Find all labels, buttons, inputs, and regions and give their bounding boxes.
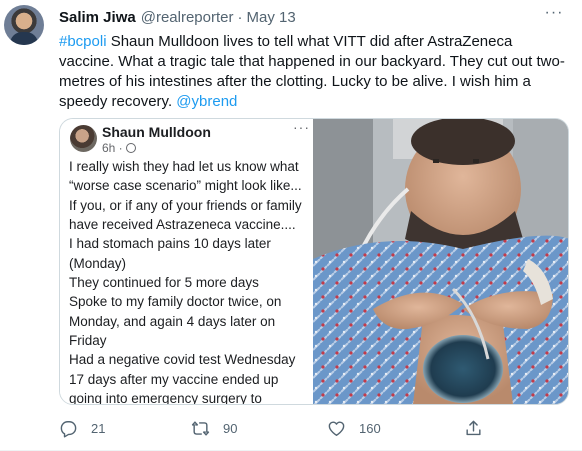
more-options-icon[interactable]: ··· bbox=[543, 5, 565, 22]
post-more-icon: ··· bbox=[293, 119, 310, 135]
share-button[interactable] bbox=[464, 416, 483, 440]
tweet-text: #bcpoli Shaun Mulldoon lives to tell wha… bbox=[59, 32, 571, 112]
tweet-date[interactable]: May 13 bbox=[246, 9, 295, 26]
post-author-avatar bbox=[70, 125, 97, 152]
post-line: “worse case scenario” might look like... bbox=[69, 178, 302, 194]
hashtag-link[interactable]: #bcpoli bbox=[59, 33, 107, 50]
patient-photo-illustration bbox=[313, 119, 568, 404]
post-line: I had stomach pains 10 days later bbox=[69, 236, 271, 252]
header-separator: · bbox=[237, 9, 243, 26]
post-timestamp: 6h · bbox=[102, 141, 136, 155]
tweet-body-text: Shaun Mulldoon lives to tell what VITT d… bbox=[59, 33, 565, 110]
reply-icon bbox=[60, 420, 77, 438]
globe-icon bbox=[125, 143, 136, 153]
share-icon bbox=[466, 420, 481, 435]
post-line: Spoke to my family doctor twice, on bbox=[69, 294, 282, 310]
author-handle[interactable]: @realreporter bbox=[141, 9, 234, 26]
post-line: If you, or if any of your friends or fam… bbox=[69, 197, 302, 213]
post-line: I really wish they had let us know what bbox=[69, 159, 299, 174]
retweet-count: 90 bbox=[223, 420, 238, 436]
post-time-text: 6h · bbox=[102, 141, 123, 155]
mention-link[interactable]: @ybrend bbox=[176, 93, 237, 110]
post-line: 17 days after my vaccine ended up bbox=[69, 371, 279, 387]
post-line: Monday, and again 4 days later on bbox=[69, 313, 276, 329]
tweet-actions: 21 90 160 bbox=[59, 416, 529, 440]
post-author-name: Shaun Mulldoon bbox=[102, 124, 211, 140]
post-line: Had a negative covid test Wednesday bbox=[69, 352, 296, 368]
post-line: going into emergency surgery to bbox=[69, 391, 262, 405]
retweet-button[interactable]: 90 bbox=[191, 416, 237, 440]
author-name[interactable]: Salim Jiwa bbox=[59, 9, 136, 26]
like-count: 160 bbox=[359, 420, 381, 436]
attached-image[interactable]: Shaun Mulldoon 6h · ··· I really wish th… bbox=[59, 118, 569, 405]
tweet[interactable]: Salim Jiwa @realreporter · May 13 ··· #b… bbox=[0, 0, 582, 451]
like-button[interactable]: 160 bbox=[327, 416, 381, 440]
retweet-icon bbox=[191, 420, 210, 436]
post-line: Friday bbox=[69, 333, 107, 349]
post-line: (Monday) bbox=[69, 255, 127, 271]
like-icon bbox=[328, 420, 345, 436]
post-line: They continued for 5 more days bbox=[69, 275, 259, 291]
post-body: I really wish they had let us know what … bbox=[69, 157, 309, 405]
hospital-patient-photo bbox=[313, 119, 568, 404]
reply-count: 21 bbox=[91, 420, 106, 436]
facebook-post-screenshot: Shaun Mulldoon 6h · ··· I really wish th… bbox=[60, 119, 313, 404]
reply-button[interactable]: 21 bbox=[59, 416, 105, 440]
tweet-header: Salim Jiwa @realreporter · May 13 bbox=[59, 9, 296, 29]
post-line: have received Astrazeneca vaccine.... bbox=[69, 217, 296, 233]
author-avatar[interactable] bbox=[4, 5, 44, 45]
